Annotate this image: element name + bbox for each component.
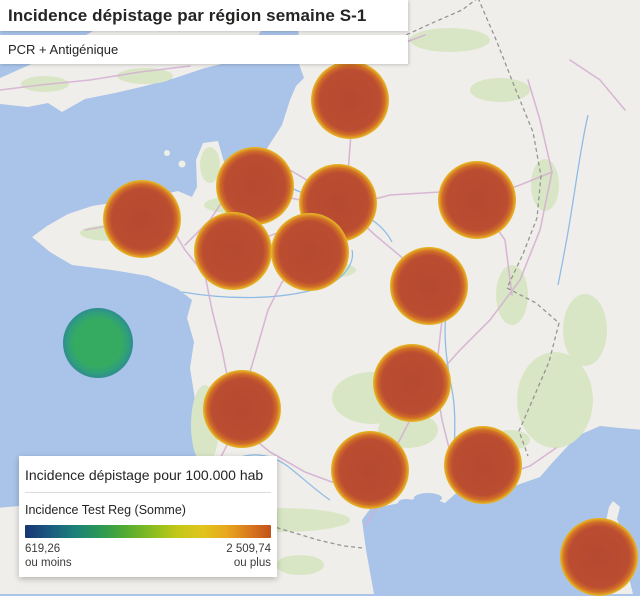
incidence-blob[interactable] bbox=[444, 426, 522, 504]
incidence-blob[interactable] bbox=[438, 161, 516, 239]
legend-gradient-bar bbox=[25, 525, 271, 538]
incidence-blob[interactable] bbox=[560, 518, 638, 596]
report-header: Incidence dépistage par région semaine S… bbox=[0, 0, 408, 64]
incidence-blob[interactable] bbox=[390, 247, 468, 325]
incidence-blob[interactable] bbox=[203, 370, 281, 448]
title-bar: Incidence dépistage par région semaine S… bbox=[0, 0, 408, 31]
legend-min-value: 619,26 bbox=[25, 543, 61, 555]
incidence-blob[interactable] bbox=[194, 212, 272, 290]
incidence-blob[interactable] bbox=[103, 180, 181, 258]
page-title: Incidence dépistage par région semaine S… bbox=[8, 5, 367, 25]
legend-field-label: Incidence Test Reg (Somme) bbox=[25, 503, 186, 517]
legend-max: 2 509,74 ou plus bbox=[226, 542, 271, 570]
incidence-blob[interactable] bbox=[271, 213, 349, 291]
subtitle-bar: PCR + Antigénique bbox=[0, 35, 408, 64]
incidence-blob[interactable] bbox=[311, 61, 389, 139]
report-page: { "header": { "title": "Incidence dépist… bbox=[0, 0, 640, 596]
legend-range-labels: 619,26 ou moins 2 509,74 ou plus bbox=[25, 542, 271, 570]
legend-card: Incidence dépistage pour 100.000 hab Inc… bbox=[19, 456, 277, 577]
legend-max-value: 2 509,74 bbox=[226, 543, 271, 555]
incidence-blob[interactable] bbox=[331, 431, 409, 509]
legend-max-qualifier: ou plus bbox=[233, 557, 271, 569]
incidence-blob[interactable] bbox=[373, 344, 451, 422]
legend-divider bbox=[25, 492, 271, 493]
page-subtitle: PCR + Antigénique bbox=[8, 42, 119, 57]
legend-min-qualifier: ou moins bbox=[25, 557, 72, 569]
incidence-blob[interactable] bbox=[63, 308, 133, 378]
legend-title: Incidence dépistage pour 100.000 hab bbox=[25, 467, 264, 483]
legend-min: 619,26 ou moins bbox=[25, 542, 72, 570]
